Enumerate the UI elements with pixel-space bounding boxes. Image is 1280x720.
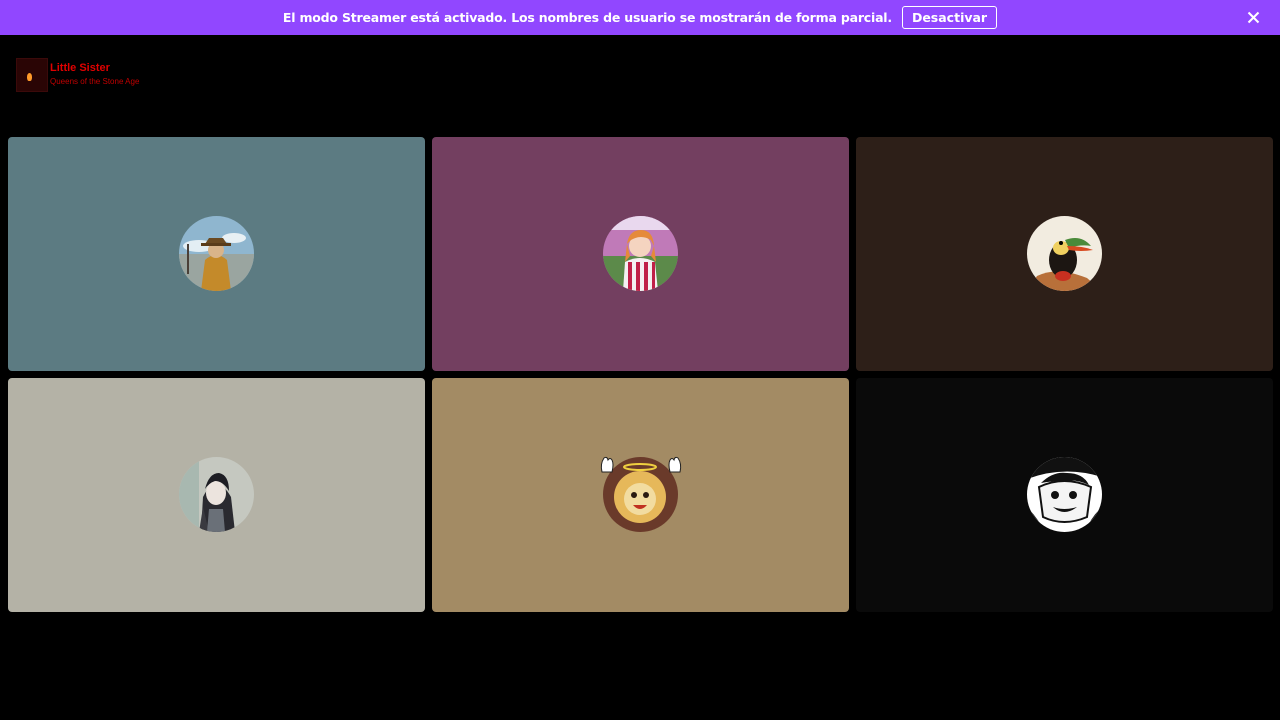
left-hand-icon [598,454,618,478]
deactivate-button[interactable]: Desactivar [901,6,998,29]
avatar-anime-girl-striped-shirt-icon [603,216,678,291]
streamer-mode-banner: El modo Streamer está activado. Los nomb… [0,0,1280,35]
streamer-mode-message: El modo Streamer está activado. Los nomb… [282,10,892,25]
right-hand-icon [664,454,684,478]
avatar-manga-pirate-icon [1027,457,1102,532]
participant-tile-6[interactable] [856,378,1273,612]
participant-tile-1[interactable] [8,137,425,371]
now-playing-title: Little Sister [50,62,110,74]
avatar-dark-haired-girl-icon [179,457,254,532]
participant-tile-4[interactable] [8,378,425,612]
close-icon[interactable] [1245,9,1262,26]
avatar-person-in-hat-icon [179,216,254,291]
avatar-toucan-bird-icon [1027,216,1102,291]
album-cover-icon [16,58,48,92]
now-playing-artist: Queens of the Stone Age [50,77,140,86]
participant-tile-3[interactable] [856,137,1273,371]
participant-tile-5[interactable] [432,378,849,612]
participant-tile-2[interactable] [432,137,849,371]
